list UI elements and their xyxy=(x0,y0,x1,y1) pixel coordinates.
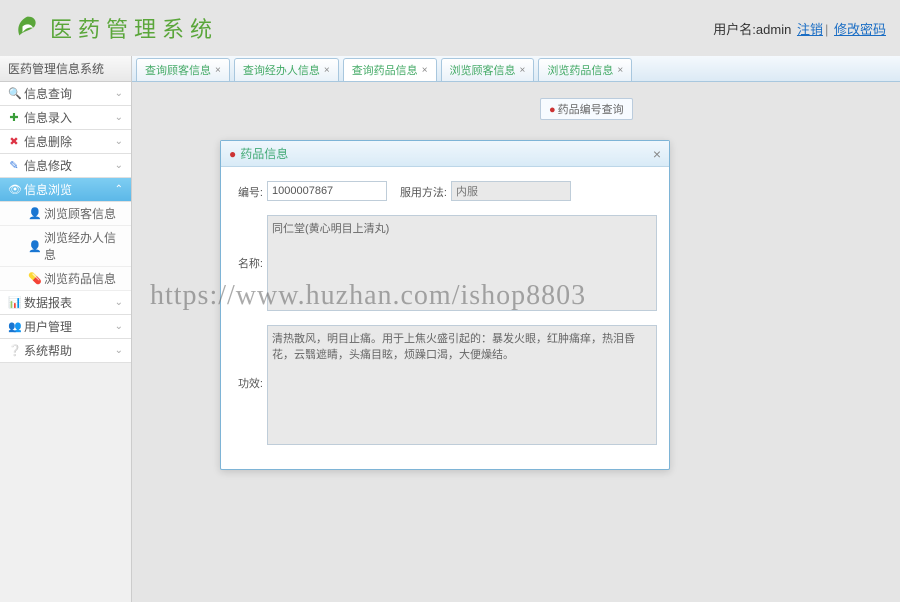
close-icon[interactable]: × xyxy=(520,65,526,76)
sub-browse-medicine[interactable]: 💊浏览药品信息 xyxy=(0,267,131,291)
tab-browse-medicine[interactable]: 浏览药品信息× xyxy=(538,58,632,81)
sub-browse-customer[interactable]: 👤浏览顾客信息 xyxy=(0,202,131,226)
medicine-info-modal: ● 药品信息 × 编号: 服用方法: 名称: 功效: xyxy=(220,140,670,470)
help-icon: ❔ xyxy=(8,344,20,357)
usage-input xyxy=(451,181,571,201)
query-panel-title: ●药品编号查询 xyxy=(540,98,633,120)
usage-label: 服用方法: xyxy=(391,181,447,200)
modal-titlebar[interactable]: ● 药品信息 × xyxy=(221,141,669,167)
tab-query-medicine[interactable]: 查询药品信息× xyxy=(343,58,437,81)
effect-label: 功效: xyxy=(233,325,263,391)
user-icon: 👤 xyxy=(28,207,40,220)
close-icon[interactable]: × xyxy=(215,65,221,76)
chevron-down-icon: ⌄ xyxy=(115,297,123,308)
menu-info-edit[interactable]: ✎信息修改 ⌄ xyxy=(0,154,131,178)
menu-info-delete[interactable]: ✖信息删除 ⌄ xyxy=(0,130,131,154)
delete-icon: ✖ xyxy=(8,135,20,148)
id-input[interactable] xyxy=(267,181,387,201)
tab-query-customer[interactable]: 查询顾客信息× xyxy=(136,58,230,81)
search-icon: 🔍 xyxy=(8,87,20,100)
bullet-icon: ● xyxy=(229,147,236,161)
user-icon: 👥 xyxy=(8,320,20,333)
menu-reports[interactable]: 📊数据报表 ⌄ xyxy=(0,291,131,315)
name-textarea xyxy=(267,215,657,311)
app-title: 医药管理系统 xyxy=(50,12,218,44)
logout-link[interactable]: 注销 xyxy=(797,22,823,37)
close-icon[interactable]: × xyxy=(324,65,330,76)
menu-info-input[interactable]: ✚信息录入 ⌄ xyxy=(0,106,131,130)
eye-icon: 👁 xyxy=(8,183,20,196)
pill-icon: 💊 xyxy=(28,272,40,285)
logo-icon xyxy=(12,13,42,43)
effect-textarea xyxy=(267,325,657,445)
plus-icon: ✚ xyxy=(8,111,20,124)
close-icon[interactable]: × xyxy=(617,65,623,76)
close-icon[interactable]: × xyxy=(653,146,661,162)
chevron-down-icon: ⌄ xyxy=(115,345,123,356)
menu-info-browse[interactable]: 👁信息浏览 ⌃ xyxy=(0,178,131,202)
chevron-down-icon: ⌄ xyxy=(115,136,123,147)
bullet-icon: ● xyxy=(549,104,556,116)
sidebar-title: 医药管理信息系统 xyxy=(0,56,131,82)
modal-title-text: 药品信息 xyxy=(240,145,288,162)
header: 医药管理系统 用户名:admin 注销| 修改密码 xyxy=(0,0,900,56)
tab-browse-customer[interactable]: 浏览顾客信息× xyxy=(441,58,535,81)
chevron-down-icon: ⌄ xyxy=(115,160,123,171)
sidebar: 医药管理信息系统 🔍信息查询 ⌄ ✚信息录入 ⌄ ✖信息删除 ⌄ ✎信息修改 ⌄… xyxy=(0,56,132,602)
user-area: 用户名:admin 注销| 修改密码 xyxy=(713,19,888,38)
name-label: 名称: xyxy=(233,215,263,271)
menu-help[interactable]: ❔系统帮助 ⌄ xyxy=(0,339,131,363)
menu-user-mgmt[interactable]: 👥用户管理 ⌄ xyxy=(0,315,131,339)
tab-query-handler[interactable]: 查询经办人信息× xyxy=(234,58,339,81)
report-icon: 📊 xyxy=(8,296,20,309)
menu-info-query[interactable]: 🔍信息查询 ⌄ xyxy=(0,82,131,106)
modal-body: 编号: 服用方法: 名称: 功效: xyxy=(221,167,669,473)
chevron-up-icon: ⌃ xyxy=(115,184,123,195)
id-label: 编号: xyxy=(233,181,263,200)
user-icon: 👤 xyxy=(28,240,40,253)
chevron-down-icon: ⌄ xyxy=(115,321,123,332)
chevron-down-icon: ⌄ xyxy=(115,112,123,123)
close-icon[interactable]: × xyxy=(422,65,428,76)
chevron-down-icon: ⌄ xyxy=(115,88,123,99)
user-label: 用户名: xyxy=(713,22,756,37)
change-password-link[interactable]: 修改密码 xyxy=(834,22,886,37)
sub-browse-handler[interactable]: 👤浏览经办人信息 xyxy=(0,226,131,267)
logo-area: 医药管理系统 xyxy=(12,12,218,44)
edit-icon: ✎ xyxy=(8,159,20,172)
separator: | xyxy=(825,22,828,37)
user-name: admin xyxy=(756,22,791,37)
tabs: 查询顾客信息× 查询经办人信息× 查询药品信息× 浏览顾客信息× 浏览药品信息× xyxy=(132,56,900,82)
